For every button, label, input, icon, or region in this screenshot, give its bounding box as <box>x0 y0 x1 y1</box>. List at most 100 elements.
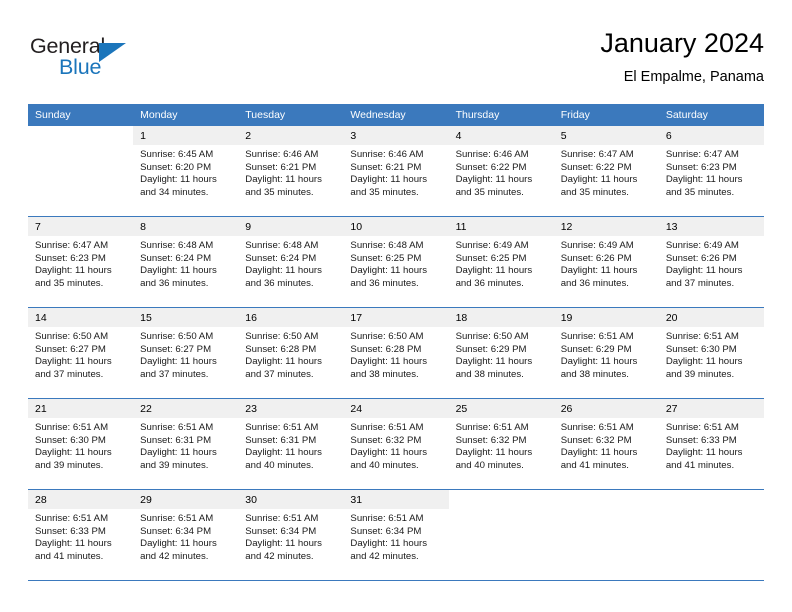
sunrise-text: Sunrise: 6:51 AM <box>560 331 634 342</box>
calendar-day-cell[interactable]: 31 Sunrise: 6:51 AM Sunset: 6:34 PM Dayligh… <box>343 489 449 580</box>
sunset-text: Sunset: 6:27 PM <box>140 343 212 355</box>
calendar-day-cell[interactable]: 2 Sunrise: 6:46 AM Sunset: 6:21 PM Daylight… <box>238 126 344 217</box>
calendar-day-cell[interactable]: 29 Sunrise: 6:51 AM Sunset: 6:34 PM Dayligh… <box>133 489 239 580</box>
calendar-body: 1 Sunrise: 6:45 AM Sunset: 6:20 PM Daylight… <box>28 126 764 580</box>
calendar-day-details: Sunrise: 6:50 AM Sunset: 6:27 PM Daylight:… <box>28 327 133 381</box>
calendar-day-number: 8 <box>133 217 239 236</box>
sunrise-text: Sunrise: 6:51 AM <box>665 331 739 342</box>
daylight-text: Daylight: 11 hours and 36 minutes. <box>245 265 322 289</box>
calendar-day-cell[interactable]: 6 Sunrise: 6:47 AM Sunset: 6:23 PM Daylight… <box>658 126 764 217</box>
daylight-text: Daylight: 11 hours and 39 minutes. <box>140 447 217 471</box>
calendar-day-details: Sunrise: 6:51 AM Sunset: 6:30 PM Daylight:… <box>28 418 133 472</box>
sunset-text: Sunset: 6:34 PM <box>245 525 317 537</box>
general-blue-logo[interactable]: General Blue <box>30 34 160 90</box>
calendar-day-cell[interactable]: 19 Sunrise: 6:51 AM Sunset: 6:29 PM Dayligh… <box>553 307 659 399</box>
sunrise-text: Sunrise: 6:50 AM <box>140 331 214 342</box>
calendar-day-cell[interactable]: 27 Sunrise: 6:51 AM Sunset: 6:33 PM Dayligh… <box>658 398 764 490</box>
calendar-day-details: Sunrise: 6:48 AM Sunset: 6:25 PM Daylight:… <box>343 236 448 290</box>
calendar-day-cell[interactable]: 25 Sunrise: 6:51 AM Sunset: 6:32 PM Dayligh… <box>448 398 554 490</box>
sunrise-text: Sunrise: 6:48 AM <box>140 240 214 251</box>
calendar-day-cell[interactable]: 22 Sunrise: 6:51 AM Sunset: 6:31 PM Dayligh… <box>133 398 239 490</box>
calendar-day-cell[interactable]: 7 Sunrise: 6:47 AM Sunset: 6:23 PM Daylight… <box>28 216 134 308</box>
sunset-text: Sunset: 6:24 PM <box>245 252 317 264</box>
calendar-cell-empty <box>658 489 764 580</box>
sunrise-text: Sunrise: 6:49 AM <box>665 240 739 251</box>
title-block: January 2024 El Empalme, Panama <box>600 26 764 87</box>
calendar-day-cell[interactable]: 5 Sunrise: 6:47 AM Sunset: 6:22 PM Daylight… <box>553 126 659 217</box>
sunrise-text: Sunrise: 6:51 AM <box>35 513 109 524</box>
calendar-day-cell[interactable]: 15 Sunrise: 6:50 AM Sunset: 6:27 PM Dayligh… <box>133 307 239 399</box>
calendar-day-cell[interactable]: 13 Sunrise: 6:49 AM Sunset: 6:26 PM Dayligh… <box>658 216 764 308</box>
calendar-day-cell[interactable]: 23 Sunrise: 6:51 AM Sunset: 6:31 PM Dayligh… <box>238 398 344 490</box>
calendar-day-number: 15 <box>133 308 239 327</box>
calendar-day-cell[interactable]: 20 Sunrise: 6:51 AM Sunset: 6:30 PM Dayligh… <box>658 307 764 399</box>
sunrise-text: Sunrise: 6:51 AM <box>245 513 319 524</box>
calendar-day-cell[interactable]: 16 Sunrise: 6:50 AM Sunset: 6:28 PM Dayligh… <box>238 307 344 399</box>
sunset-text: Sunset: 6:23 PM <box>35 252 106 264</box>
sunrise-text: Sunrise: 6:51 AM <box>560 422 634 433</box>
sunset-text: Sunset: 6:25 PM <box>350 252 422 264</box>
sunrise-text: Sunrise: 6:50 AM <box>350 331 424 342</box>
calendar-day-details: Sunrise: 6:50 AM Sunset: 6:28 PM Daylight:… <box>343 327 448 381</box>
calendar-day-details: Sunrise: 6:47 AM Sunset: 6:23 PM Daylight:… <box>28 236 133 290</box>
calendar-day-cell[interactable]: 8 Sunrise: 6:48 AM Sunset: 6:24 PM Daylight… <box>133 216 239 308</box>
sunset-text: Sunset: 6:33 PM <box>35 525 106 537</box>
daylight-text: Daylight: 11 hours and 41 minutes. <box>665 447 743 471</box>
sunrise-text: Sunrise: 6:51 AM <box>140 513 214 524</box>
sunrise-text: Sunrise: 6:47 AM <box>665 149 739 160</box>
sunrise-text: Sunrise: 6:47 AM <box>35 240 109 251</box>
calendar-day-cell[interactable]: 3 Sunrise: 6:46 AM Sunset: 6:21 PM Daylight… <box>343 126 449 217</box>
calendar-day-details: Sunrise: 6:51 AM Sunset: 6:33 PM Daylight:… <box>28 509 133 563</box>
calendar-day-number <box>659 490 764 509</box>
calendar-page: General Blue January 2024 El Empalme, Pa… <box>0 0 792 612</box>
sunset-text: Sunset: 6:24 PM <box>140 252 212 264</box>
calendar-day-cell[interactable]: 10 Sunrise: 6:48 AM Sunset: 6:25 PM Dayligh… <box>343 216 449 308</box>
calendar-day-number: 21 <box>28 399 134 418</box>
calendar-day-cell[interactable]: 17 Sunrise: 6:50 AM Sunset: 6:28 PM Dayligh… <box>343 307 449 399</box>
sunrise-text: Sunrise: 6:51 AM <box>35 422 109 433</box>
calendar-day-number: 20 <box>658 308 764 327</box>
calendar-day-cell[interactable]: 30 Sunrise: 6:51 AM Sunset: 6:34 PM Dayligh… <box>238 489 344 580</box>
sunrise-text: Sunrise: 6:50 AM <box>455 331 529 342</box>
calendar-day-cell[interactable]: 24 Sunrise: 6:51 AM Sunset: 6:32 PM Dayligh… <box>343 398 449 490</box>
calendar-day-cell[interactable]: 14 Sunrise: 6:50 AM Sunset: 6:27 PM Dayligh… <box>28 307 134 399</box>
daylight-text: Daylight: 11 hours and 37 minutes. <box>35 356 112 380</box>
sunset-text: Sunset: 6:33 PM <box>665 434 737 446</box>
calendar-day-number: 7 <box>28 217 134 236</box>
calendar-day-number: 11 <box>448 217 554 236</box>
daylight-text: Daylight: 11 hours and 37 minutes. <box>665 265 743 289</box>
sunrise-text: Sunrise: 6:46 AM <box>350 149 424 160</box>
sunset-text: Sunset: 6:29 PM <box>455 343 527 355</box>
daylight-text: Daylight: 11 hours and 42 minutes. <box>350 538 428 562</box>
calendar-day-details: Sunrise: 6:46 AM Sunset: 6:21 PM Daylight:… <box>238 145 343 199</box>
sunset-text: Sunset: 6:30 PM <box>665 343 737 355</box>
calendar-day-cell[interactable]: 21 Sunrise: 6:51 AM Sunset: 6:30 PM Dayligh… <box>28 398 134 490</box>
calendar-day-cell[interactable]: 4 Sunrise: 6:46 AM Sunset: 6:22 PM Daylight… <box>448 126 554 217</box>
calendar-day-number: 24 <box>343 399 449 418</box>
weekday-header-thursday: Thursday <box>448 104 554 126</box>
sunset-text: Sunset: 6:23 PM <box>665 161 737 173</box>
sunrise-text: Sunrise: 6:51 AM <box>140 422 214 433</box>
sunset-text: Sunset: 6:22 PM <box>560 161 632 173</box>
calendar-day-cell[interactable]: 12 Sunrise: 6:49 AM Sunset: 6:26 PM Dayligh… <box>553 216 659 308</box>
calendar-day-details: Sunrise: 6:49 AM Sunset: 6:26 PM Daylight:… <box>554 236 659 290</box>
logo-text-blue: Blue <box>59 55 102 79</box>
calendar-day-cell[interactable]: 18 Sunrise: 6:50 AM Sunset: 6:29 PM Dayligh… <box>448 307 554 399</box>
sunrise-text: Sunrise: 6:49 AM <box>455 240 529 251</box>
calendar-day-details: Sunrise: 6:47 AM Sunset: 6:23 PM Daylight:… <box>659 145 764 199</box>
calendar-day-details: Sunrise: 6:49 AM Sunset: 6:25 PM Daylight:… <box>449 236 554 290</box>
daylight-text: Daylight: 11 hours and 35 minutes. <box>560 174 638 198</box>
sunset-text: Sunset: 6:26 PM <box>665 252 737 264</box>
page-subtitle-location: El Empalme, Panama <box>623 69 764 85</box>
calendar-day-cell[interactable]: 9 Sunrise: 6:48 AM Sunset: 6:24 PM Daylight… <box>238 216 344 308</box>
calendar-day-details: Sunrise: 6:48 AM Sunset: 6:24 PM Daylight:… <box>238 236 343 290</box>
calendar-day-cell[interactable]: 28 Sunrise: 6:51 AM Sunset: 6:33 PM Dayligh… <box>28 489 134 580</box>
sunrise-text: Sunrise: 6:45 AM <box>140 149 214 160</box>
calendar-day-cell[interactable]: 1 Sunrise: 6:45 AM Sunset: 6:20 PM Daylight… <box>133 126 239 217</box>
sunset-text: Sunset: 6:32 PM <box>560 434 632 446</box>
calendar-day-cell[interactable]: 11 Sunrise: 6:49 AM Sunset: 6:25 PM Dayligh… <box>448 216 554 308</box>
calendar-day-cell[interactable]: 26 Sunrise: 6:51 AM Sunset: 6:32 PM Dayligh… <box>553 398 659 490</box>
sunrise-text: Sunrise: 6:47 AM <box>560 149 634 160</box>
daylight-text: Daylight: 11 hours and 41 minutes. <box>35 538 112 562</box>
daylight-text: Daylight: 11 hours and 35 minutes. <box>350 174 428 198</box>
